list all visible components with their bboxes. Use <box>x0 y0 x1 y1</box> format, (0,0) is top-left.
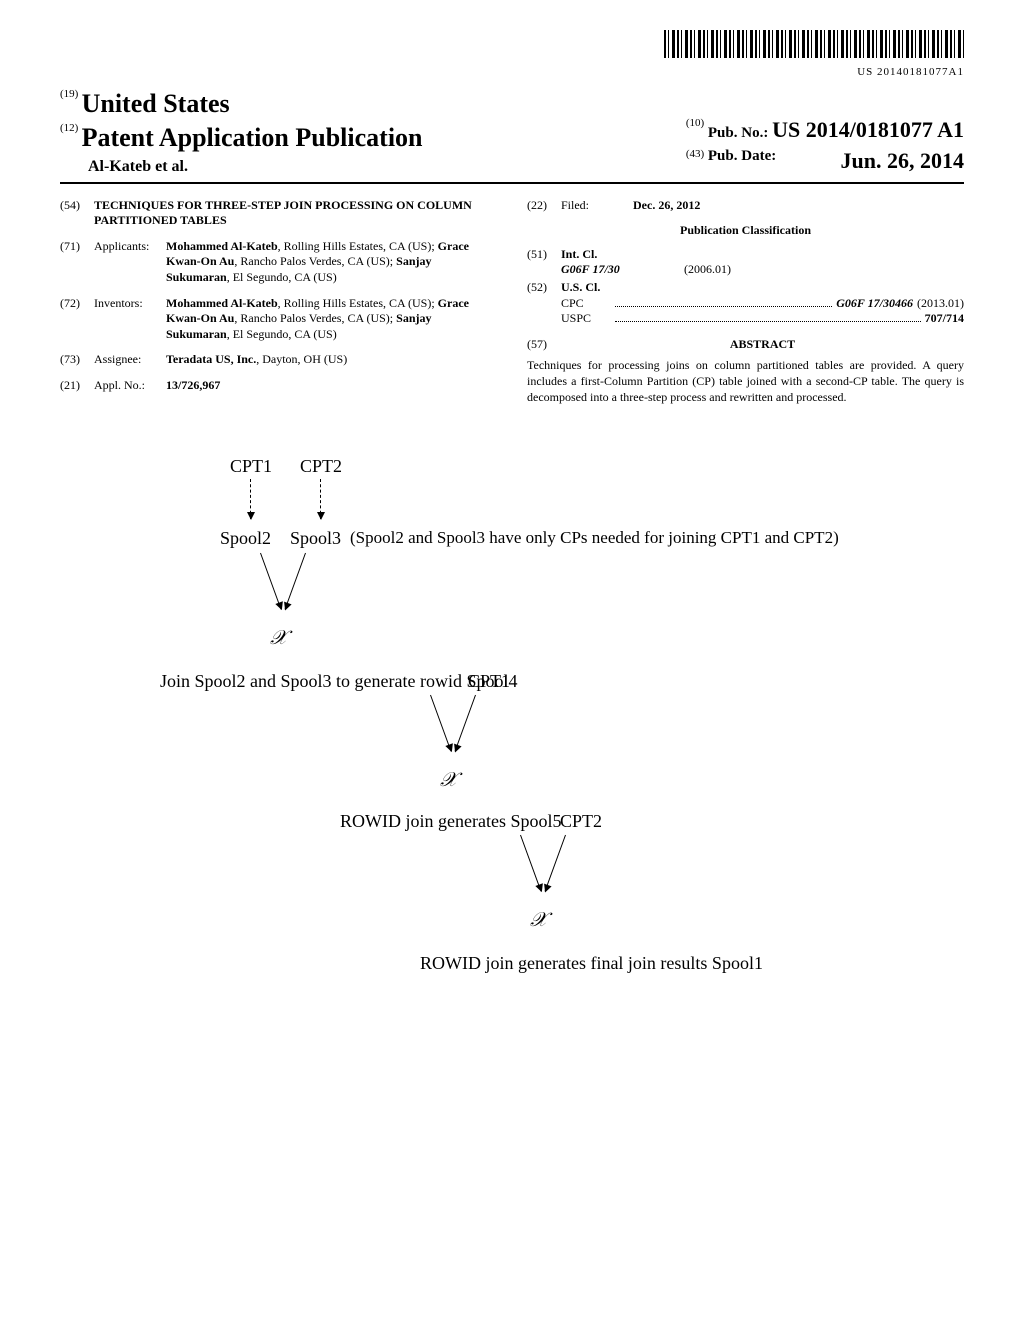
dotted-leader <box>615 296 832 307</box>
inventor-name-1: Mohammed Al-Kateb <box>166 296 278 310</box>
abstract-heading: ABSTRACT <box>561 337 964 353</box>
abstract-text: Techniques for processing joins on colum… <box>527 358 964 405</box>
uscl-body: U.S. Cl. CPC G06F 17/30466 (2013.01) USP… <box>561 280 964 327</box>
arrow-icon <box>260 553 281 610</box>
arrow-icon <box>285 553 306 610</box>
code-10: (10) <box>686 117 704 129</box>
fig-cpt1b: CPT1 <box>468 670 510 693</box>
code-71: (71) <box>60 239 94 286</box>
fig-spool3: Spool3 <box>290 527 341 550</box>
fig-cpt2: CPT2 <box>300 455 342 478</box>
fig-step2: ROWID join generates Spool5 <box>340 810 561 833</box>
code-12: (12) <box>60 122 78 134</box>
fig-note1: (Spool2 and Spool3 have only CPs needed … <box>350 527 839 549</box>
pubdate-label: Pub. Date: <box>708 148 776 164</box>
inventors-label: Inventors: <box>94 296 166 343</box>
country: United States <box>82 89 230 118</box>
applicants-entry: (71) Applicants: Mohammed Al-Kateb, Roll… <box>60 239 497 286</box>
filed-value: Dec. 26, 2012 <box>633 198 964 214</box>
applno-label: Appl. No.: <box>94 378 166 394</box>
assignee-label: Assignee: <box>94 352 166 368</box>
barcode-block: US 20140181077A1 <box>60 30 964 79</box>
arrow-icon <box>545 835 566 892</box>
join-symbol-icon: 𝒳 <box>270 625 287 651</box>
arrow-icon <box>430 695 451 752</box>
pubno-label: Pub. No.: <box>708 125 768 141</box>
left-column: (54) TECHNIQUES FOR THREE-STEP JOIN PROC… <box>60 198 497 406</box>
arrow-icon <box>520 835 541 892</box>
figure-diagram: CPT1 CPT2 Spool2 Spool3 (Spool2 and Spoo… <box>60 455 964 1095</box>
intcl-body: Int. Cl. G06F 17/30 (2006.01) <box>561 247 964 278</box>
fig-spool2: Spool2 <box>220 527 271 550</box>
title-entry: (54) TECHNIQUES FOR THREE-STEP JOIN PROC… <box>60 198 497 229</box>
inventors-text: Mohammed Al-Kateb, Rolling Hills Estates… <box>166 296 497 343</box>
code-54: (54) <box>60 198 94 229</box>
code-43: (43) <box>686 148 704 160</box>
inventors-entry: (72) Inventors: Mohammed Al-Kateb, Rolli… <box>60 296 497 343</box>
doc-type: Patent Application Publication <box>82 123 423 152</box>
fig-cpt2b: CPT2 <box>560 810 602 833</box>
fig-cpt1: CPT1 <box>230 455 272 478</box>
intcl-entry: (51) Int. Cl. G06F 17/30 (2006.01) <box>527 247 964 278</box>
pubno-value: US 2014/0181077 A1 <box>772 117 964 142</box>
code-51: (51) <box>527 247 561 278</box>
filed-label: Filed: <box>561 198 633 214</box>
arrow-icon <box>320 479 321 519</box>
code-19: (19) <box>60 88 78 100</box>
arrow-icon <box>250 479 251 519</box>
barcode-text: US 20140181077A1 <box>60 65 964 79</box>
applicants-text: Mohammed Al-Kateb, Rolling Hills Estates… <box>166 239 497 286</box>
right-column: (22) Filed: Dec. 26, 2012 Publication Cl… <box>527 198 964 406</box>
header-right: (10) Pub. No.: US 2014/0181077 A1 (43) P… <box>686 114 964 177</box>
code-21: (21) <box>60 378 94 394</box>
fig-step3: ROWID join generates final join results … <box>420 952 763 975</box>
assignee-entry: (73) Assignee: Teradata US, Inc., Dayton… <box>60 352 497 368</box>
dotted-leader <box>615 311 921 322</box>
header: (19) United States (12) Patent Applicati… <box>60 87 964 183</box>
bibliographic-data: (54) TECHNIQUES FOR THREE-STEP JOIN PROC… <box>60 198 964 406</box>
abstract-entry: (57) ABSTRACT <box>527 337 964 353</box>
join-symbol-icon: 𝒳 <box>530 907 547 933</box>
pubdate-value: Jun. 26, 2014 <box>841 147 964 176</box>
pub-cls-heading: Publication Classification <box>527 223 964 239</box>
uscl-entry: (52) U.S. Cl. CPC G06F 17/30466 (2013.01… <box>527 280 964 327</box>
fig-step1: Join Spool2 and Spool3 to generate rowid… <box>160 670 517 693</box>
applicants-label: Applicants: <box>94 239 166 286</box>
filed-entry: (22) Filed: Dec. 26, 2012 <box>527 198 964 214</box>
author-line: Al-Kateb et al. <box>60 157 423 178</box>
code-52: (52) <box>527 280 561 327</box>
assignee-text: Teradata US, Inc., Dayton, OH (US) <box>166 352 497 368</box>
code-73: (73) <box>60 352 94 368</box>
code-72: (72) <box>60 296 94 343</box>
barcode-graphic <box>664 30 964 58</box>
join-symbol-icon: 𝒳 <box>440 767 457 793</box>
applno-value: 13/726,967 <box>166 378 497 394</box>
title-text: TECHNIQUES FOR THREE-STEP JOIN PROCESSIN… <box>94 198 497 229</box>
code-57: (57) <box>527 337 561 353</box>
header-left: (19) United States (12) Patent Applicati… <box>60 87 423 177</box>
arrow-icon <box>455 695 476 752</box>
applicant-name-1: Mohammed Al-Kateb <box>166 239 278 253</box>
code-22: (22) <box>527 198 561 214</box>
applno-entry: (21) Appl. No.: 13/726,967 <box>60 378 497 394</box>
